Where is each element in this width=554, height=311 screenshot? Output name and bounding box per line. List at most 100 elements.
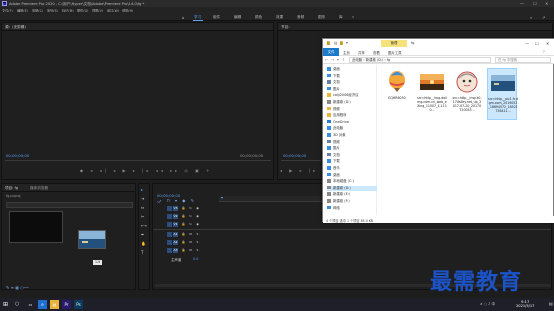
nav-item[interactable]: 下载 <box>327 73 377 80</box>
ribbon-tab-home[interactable]: 主页 <box>343 50 350 55</box>
hand-tool-icon[interactable]: ✋ <box>141 241 146 246</box>
taskbar-app-edge[interactable]: e <box>38 300 47 309</box>
clock[interactable]: 9:17 2021/5/17 <box>516 300 534 309</box>
project-tab[interactable]: 项目: fg <box>5 186 18 191</box>
workspace-tab-editing[interactable]: 编辑 <box>234 15 241 20</box>
ribbon-tab-file[interactable]: 文件 <box>323 48 339 56</box>
solo-icon[interactable]: S <box>195 248 200 253</box>
nav-item[interactable]: 文档 <box>327 80 377 86</box>
ribbon-tab-share[interactable]: 共享 <box>358 50 365 55</box>
lock-icon[interactable]: 🔒 <box>181 232 186 237</box>
file-item[interactable]: src=http__img.dailmg.com.cn_web_eXing_11… <box>417 68 447 120</box>
lock-icon[interactable]: 🔒 <box>181 206 186 211</box>
nav-item[interactable]: 图片 <box>327 146 377 152</box>
master-volume-value[interactable]: 0.0 <box>193 257 198 261</box>
taskbar-app-explorer[interactable]: ▤ <box>50 300 59 309</box>
program-timebar[interactable] <box>281 160 321 161</box>
lock-icon[interactable]: 🔒 <box>181 240 186 245</box>
sequence-thumbnail[interactable] <box>9 211 63 243</box>
taskview-icon[interactable]: ▭ <box>26 300 35 309</box>
eye-icon[interactable]: ◉ <box>195 214 200 219</box>
taskbar-app-photoshop[interactable]: Ps <box>74 300 83 309</box>
nav-item[interactable]: 应用程序 <box>327 113 377 119</box>
type-tool-icon[interactable]: T <box>141 250 143 255</box>
ribbon-tab-view[interactable]: 查看 <box>373 50 380 55</box>
help-icon[interactable]: ? <box>543 50 545 54</box>
up-arrow-icon[interactable]: ↑ <box>342 58 345 62</box>
notification-icon[interactable]: ▤ <box>549 301 553 306</box>
nav-item[interactable]: 此电脑 <box>327 126 377 132</box>
source-timebar[interactable] <box>5 160 271 161</box>
recent-dropdown-icon[interactable]: ▾ <box>337 58 339 62</box>
program-panel-title[interactable]: 节目： <box>281 25 292 30</box>
workspace-tab-color[interactable]: 颜色 <box>255 15 262 20</box>
workspace-tab-effects[interactable]: 效果 <box>276 15 283 20</box>
start-icon[interactable]: ⊞ <box>3 301 8 308</box>
search-icon[interactable]: ⌕ <box>530 15 532 20</box>
new-folder-icon[interactable]: ▇ <box>340 41 343 45</box>
nav-item[interactable]: caiji2006经济议 <box>327 93 377 99</box>
track-label-v2[interactable]: V2 <box>173 214 178 219</box>
track-label-a1[interactable]: A1 <box>173 232 178 237</box>
quick-access-dropdown-icon[interactable]: ▾ <box>346 41 348 45</box>
manage-tab[interactable]: 管理 <box>381 40 407 47</box>
pen-tool-icon[interactable]: ✒ <box>141 232 144 237</box>
explorer-search-input[interactable]: 在 fg 中搜索 <box>495 57 551 63</box>
source-panel-title[interactable]: 源：(无剪辑) <box>5 25 26 30</box>
track-target-v3[interactable] <box>167 206 172 211</box>
lock-icon[interactable]: 🔒 <box>181 248 186 253</box>
track-target-a2[interactable] <box>167 240 172 245</box>
program-timecode[interactable]: 00;00;00;00 <box>283 153 306 158</box>
share-icon[interactable]: ↗ <box>542 15 545 20</box>
dragged-image-thumbnail[interactable] <box>78 230 106 249</box>
mute-icon[interactable]: M <box>188 232 193 237</box>
nav-item[interactable]: 下载 <box>327 159 377 165</box>
minimize-button[interactable]: — <box>520 1 524 6</box>
ripple-edit-tool-icon[interactable]: ⇔ <box>141 205 144 210</box>
razor-tool-icon[interactable]: ✂ <box>141 214 144 219</box>
nav-item[interactable]: 新建卷 (F:) <box>327 199 377 205</box>
mute-icon[interactable]: M <box>188 248 193 253</box>
track-label-v1[interactable]: V1 <box>173 222 178 227</box>
taskbar-app-premiere[interactable]: Pr <box>62 300 71 309</box>
nav-item[interactable]: 图片 <box>327 86 377 93</box>
mute-icon[interactable]: M <box>188 240 193 245</box>
lock-icon[interactable]: 🔒 <box>181 214 186 219</box>
nav-item[interactable]: OneDrive <box>327 119 377 126</box>
workspace-tab-libraries[interactable]: 库 <box>339 15 343 20</box>
address-bar[interactable]: 此电脑 › 新建卷 (D:) › fg <box>349 57 491 63</box>
nav-item[interactable]: 音乐 <box>327 166 377 172</box>
file-item[interactable]: src=http__img.k0.17Valley.net_up_2017-07… <box>452 68 482 120</box>
search-icon[interactable]: ○ <box>15 301 19 307</box>
nav-item[interactable]: 视频 <box>327 139 377 146</box>
track-target-a3[interactable] <box>167 248 172 253</box>
lock-icon[interactable]: 🔒 <box>181 222 186 227</box>
sync-icon[interactable]: ⇋ <box>188 222 193 227</box>
nav-item[interactable]: 新建卷 (D:) <box>327 100 377 106</box>
nav-item[interactable]: 桌面 <box>327 67 377 73</box>
close-button[interactable]: ✕ <box>545 1 548 6</box>
track-target-a1[interactable] <box>167 232 172 237</box>
nav-item[interactable]: 桌面 <box>327 172 377 179</box>
workspace-tab-assembly[interactable]: 组件 <box>213 15 220 20</box>
maximize-button[interactable]: ☐ <box>533 1 537 6</box>
track-label-a2[interactable]: A2 <box>173 240 178 245</box>
project-bottom-toolbar[interactable]: ✎ ≡ ▦ ○── <box>6 285 29 290</box>
playhead-icon[interactable]: ▾ <box>221 195 223 200</box>
file-item[interactable]: EQHR6050 <box>382 68 412 120</box>
track-label-a3[interactable]: A3 <box>173 248 178 253</box>
timeline-snap-tools[interactable]: ⤻ ⊓ ▾ ◆ ✎ <box>157 198 196 203</box>
source-transport-controls[interactable]: ◆ ◂ ◂| ◂ ▶ ▸ |▸ ◂◂ ▸▸ ◎ ▣ + <box>80 168 213 173</box>
nav-item[interactable]: 网络 <box>327 205 377 212</box>
slip-tool-icon[interactable]: ⟷ <box>141 223 147 228</box>
nav-item[interactable]: 新建卷 (D:) <box>327 185 377 192</box>
workspace-more-button[interactable]: » <box>352 15 354 19</box>
home-icon[interactable]: ⌂ <box>182 15 185 20</box>
project-search-input[interactable] <box>6 202 133 208</box>
source-timecode[interactable]: 00;00;00;00 <box>6 153 29 158</box>
track-label-v3[interactable]: V3 <box>173 206 178 211</box>
nav-item[interactable]: 3D 对象 <box>327 133 377 139</box>
workspace-tab-graphics[interactable]: 图形 <box>318 15 325 20</box>
nav-item[interactable]: 文档 <box>327 152 377 159</box>
explorer-close-button[interactable]: ✕ <box>546 41 549 46</box>
